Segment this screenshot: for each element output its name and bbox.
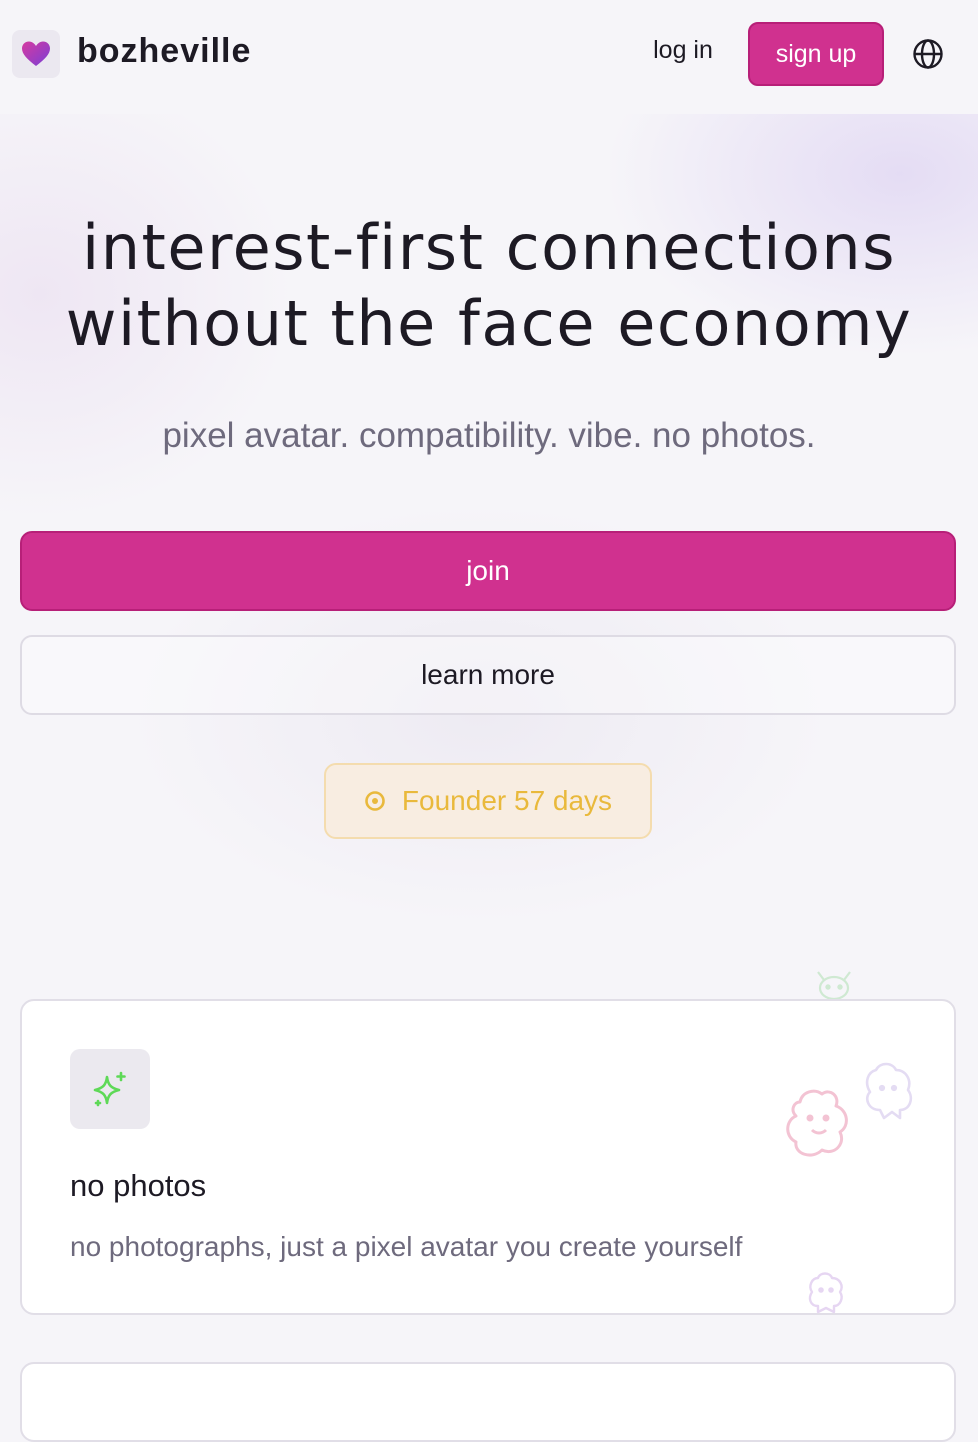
login-link[interactable]: log in bbox=[640, 36, 726, 65]
founder-badge-label: Founder 57 days bbox=[401, 785, 613, 816]
small-ghost-doodle-icon bbox=[808, 1272, 843, 1314]
learn-more-button[interactable]: learn more bbox=[20, 635, 956, 715]
hero-title-line-1: interest-first connections bbox=[82, 211, 896, 284]
target-icon bbox=[365, 791, 385, 811]
brand-name[interactable]: bozheville bbox=[77, 32, 251, 71]
card-icon-box bbox=[70, 1049, 150, 1129]
hero-title-line-2: without the face economy bbox=[65, 287, 913, 360]
founder-badge: Founder 57 days bbox=[324, 763, 652, 839]
feature-card-next bbox=[20, 1362, 956, 1442]
globe-icon[interactable] bbox=[912, 38, 944, 70]
join-button[interactable]: join bbox=[20, 531, 956, 611]
top-nav: bozheville log in sign up bbox=[0, 0, 978, 114]
ghost-doodle-icon bbox=[865, 1062, 913, 1120]
sparkle-icon bbox=[93, 1071, 126, 1107]
heart-icon bbox=[22, 41, 50, 66]
signup-button[interactable]: sign up bbox=[748, 22, 884, 86]
hero-subtitle: pixel avatar. compatibility. vibe. no ph… bbox=[162, 416, 816, 455]
hero-title: interest-first connections without the f… bbox=[0, 210, 978, 362]
logo[interactable] bbox=[12, 30, 60, 78]
feature-title: no photos bbox=[70, 1168, 207, 1203]
feature-description: no photographs, just a pixel avatar you … bbox=[70, 1231, 743, 1262]
blob-doodle-icon bbox=[786, 1089, 848, 1157]
